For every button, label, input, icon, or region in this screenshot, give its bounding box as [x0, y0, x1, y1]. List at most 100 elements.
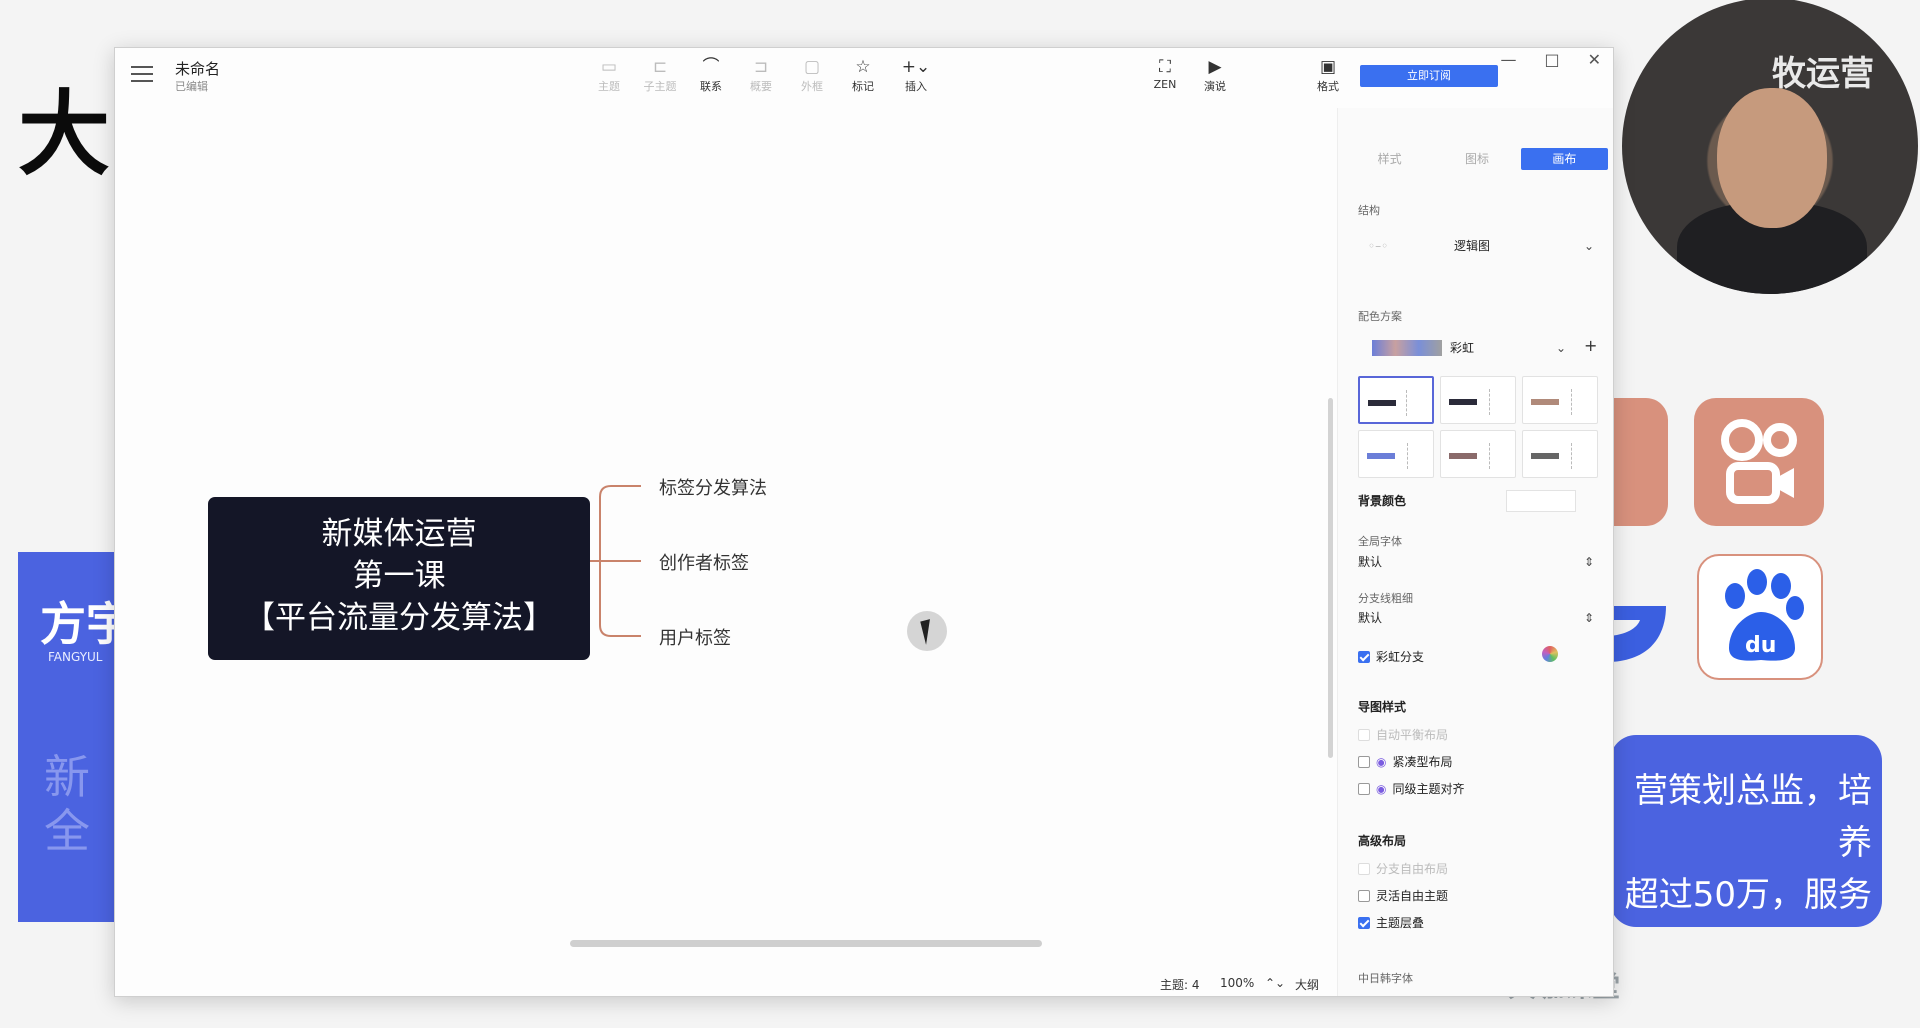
pro-badge-icon: ◉ — [1376, 781, 1387, 796]
add-scheme-icon[interactable]: + — [1584, 336, 1597, 355]
structure-thumb-icon: ◦–◦ — [1368, 239, 1389, 253]
document-title[interactable]: 未命名 — [175, 58, 220, 79]
relationship-button[interactable]: ⌒ 联系 — [689, 56, 733, 94]
mindmap-canvas[interactable]: 新媒体运营 第一课 【平台流量分发算法】 标签分发算法 创作者标签 用户标签 — [115, 108, 1333, 996]
format-label: 格式 — [1317, 80, 1339, 93]
compact-layout-label: 紧凑型布局 — [1392, 755, 1453, 769]
subtopic-label: 子主题 — [643, 80, 677, 93]
outline-button[interactable]: 大纲 — [1295, 976, 1319, 993]
slide-intro-line-2: 超过50万，服务 — [1624, 875, 1872, 915]
chevron-down-icon: ⌄ — [1555, 341, 1566, 355]
topic-overlap-checkbox[interactable]: 主题层叠 — [1358, 914, 1424, 931]
root-topic-line-1: 新媒体运营 — [321, 516, 477, 552]
theme-swatch[interactable] — [1440, 430, 1516, 478]
format-panel: 样式 图标 画布 结构 ◦–◦ 逻辑图 ⌄ 配色方案 彩虹 ⌄ + 背景颜色 全… — [1337, 108, 1613, 996]
zoom-level[interactable]: 100% — [1220, 976, 1254, 990]
theme-swatch[interactable] — [1440, 376, 1516, 424]
checkbox-icon — [1358, 862, 1370, 875]
horizontal-scrollbar[interactable] — [570, 940, 1042, 947]
checkbox-checked-icon — [1358, 650, 1370, 663]
rainbow-branch-checkbox[interactable]: 彩虹分支 — [1358, 648, 1424, 665]
branch-width-select[interactable]: 默认 ⇕ — [1358, 606, 1598, 630]
topic-button[interactable]: ▭ 主题 — [587, 56, 631, 94]
zen-label: ZEN — [1153, 78, 1177, 91]
present-button[interactable]: ▶ 演说 — [1193, 56, 1237, 94]
auto-balance-checkbox[interactable]: 自动平衡布局 — [1358, 726, 1448, 743]
minimize-icon[interactable]: — — [1500, 50, 1516, 69]
boundary-button[interactable]: ▢ 外框 — [790, 56, 834, 94]
partial-logo-icon — [1610, 556, 1666, 664]
marker-label: 标记 — [852, 80, 874, 93]
tab-canvas[interactable]: 画布 — [1520, 148, 1608, 170]
auto-balance-label: 自动平衡布局 — [1376, 728, 1449, 742]
topic-overlap-label: 主题层叠 — [1376, 916, 1425, 930]
slide-intro-line-1: 营策划总监，培养 — [1634, 771, 1872, 863]
presenter-face — [1717, 88, 1827, 228]
theme-swatch[interactable] — [1358, 376, 1434, 424]
advanced-layout-label: 高级布局 — [1358, 834, 1407, 848]
global-font-select[interactable]: 默认 ⇕ — [1358, 550, 1598, 574]
branch-width-label: 分支线粗细 — [1358, 592, 1413, 605]
slide-intro-text: 营策划总监，培养 超过50万，服务 — [1610, 765, 1872, 921]
free-layout-label: 分支自由布局 — [1376, 862, 1449, 876]
maximize-icon[interactable]: □ — [1544, 50, 1559, 69]
slide-faded-line-1: 新 — [44, 750, 90, 804]
subtopic-button[interactable]: ⊏ 子主题 — [638, 56, 682, 94]
topic-count: 主题: 4 — [1160, 978, 1200, 992]
format-panel-icon: ▣ — [1319, 57, 1337, 77]
vertical-scrollbar[interactable] — [1328, 398, 1333, 758]
zoom-stepper-icon[interactable]: ⌃⌄ — [1265, 976, 1285, 990]
tab-icons[interactable]: 图标 — [1433, 148, 1520, 170]
updown-arrow-icon: ⇕ — [1583, 555, 1594, 569]
tab-style[interactable]: 样式 — [1346, 148, 1433, 170]
subscribe-button[interactable]: 立即订阅 — [1360, 65, 1498, 87]
play-icon: ▶ — [1208, 57, 1222, 77]
compact-layout-checkbox[interactable]: ◉ 紧凑型布局 — [1358, 753, 1453, 770]
align-siblings-checkbox[interactable]: ◉ 同级主题对齐 — [1358, 780, 1465, 797]
hamburger-menu-icon[interactable] — [131, 66, 153, 84]
format-panel-button[interactable]: ▣ 格式 — [1306, 56, 1350, 94]
insert-button[interactable]: +⌄ 插入 — [894, 56, 938, 94]
branch-topic-tag-algorithm[interactable]: 标签分发算法 — [659, 474, 767, 500]
root-topic[interactable]: 新媒体运营 第一课 【平台流量分发算法】 — [208, 497, 590, 660]
rainbow-branch-label: 彩虹分支 — [1376, 650, 1425, 664]
webcam-overlay: 牧运营 — [1622, 0, 1918, 294]
subtopic-icon: ⊏ — [652, 57, 668, 77]
slide-faded-line-2: 全 — [44, 804, 90, 858]
global-font-value: 默认 — [1358, 555, 1383, 569]
summary-icon: ⊐ — [753, 57, 769, 77]
baidu-logo-icon: du — [1697, 554, 1823, 680]
color-scheme-value: 彩虹 — [1450, 341, 1475, 355]
relationship-label: 联系 — [700, 80, 722, 93]
checkbox-checked-icon — [1358, 916, 1370, 929]
chevron-down-icon: ⌄ — [1583, 239, 1594, 253]
summary-button[interactable]: ⊐ 概要 — [739, 56, 783, 94]
structure-value: 逻辑图 — [1454, 239, 1491, 253]
kuaishou-logo-icon — [1694, 398, 1824, 526]
insert-icon: +⌄ — [901, 57, 931, 77]
color-scheme-select[interactable]: 彩虹 ⌄ — [1450, 336, 1570, 360]
zen-button[interactable]: ⛶ ZEN — [1143, 56, 1187, 91]
theme-swatch[interactable] — [1522, 376, 1598, 424]
mindmap-app-window: 未命名 已编辑 ▭ 主题 ⊏ 子主题 ⌒ 联系 ⊐ 概要 ▢ 外框 ☆ 标记 +… — [114, 47, 1614, 997]
theme-swatch[interactable] — [1522, 430, 1598, 478]
checkbox-icon — [1358, 755, 1370, 768]
marker-button[interactable]: ☆ 标记 — [841, 56, 885, 94]
theme-swatch[interactable] — [1358, 430, 1434, 478]
color-scheme-label: 配色方案 — [1358, 310, 1402, 323]
branch-topic-creator-tags[interactable]: 创作者标签 — [659, 549, 749, 575]
rainbow-color-icon[interactable] — [1542, 646, 1558, 662]
align-siblings-label: 同级主题对齐 — [1392, 782, 1465, 796]
flexible-topic-checkbox[interactable]: 灵活自由主题 — [1358, 887, 1448, 904]
root-topic-line-3: 【平台流量分发算法】 — [244, 600, 554, 636]
structure-select[interactable]: ◦–◦ 逻辑图 ⌄ — [1358, 234, 1598, 258]
checkbox-icon — [1358, 782, 1370, 795]
background-color-picker[interactable] — [1506, 490, 1576, 512]
free-layout-checkbox[interactable]: 分支自由布局 — [1358, 860, 1448, 877]
close-icon[interactable]: ✕ — [1588, 50, 1601, 69]
slide-big-char: 大 — [18, 81, 111, 188]
slide-blue-faded-text: 新 全 — [44, 750, 90, 858]
branch-topic-user-tags[interactable]: 用户标签 — [659, 624, 731, 650]
kuaishou-glyph-icon — [1721, 419, 1797, 504]
relationship-icon: ⌒ — [702, 57, 720, 77]
